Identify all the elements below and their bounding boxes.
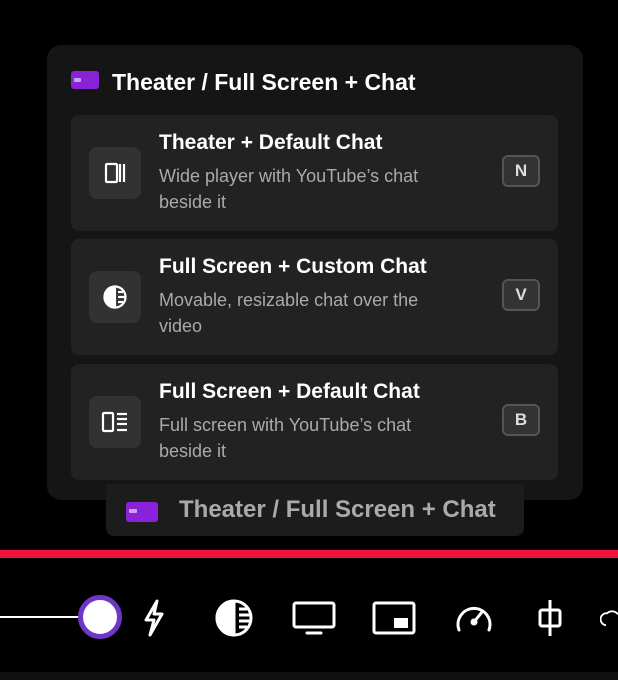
progress-bar[interactable] <box>0 550 618 558</box>
contrast-circle-icon[interactable] <box>212 598 256 638</box>
shortcut-key: V <box>502 279 540 311</box>
purple-card-icon <box>71 70 99 95</box>
fullscreen-default-chat-option[interactable]: Full Screen + Default Chat Full screen w… <box>71 364 558 480</box>
option-description: Full screen with YouTube’s chat beside i… <box>159 415 412 461</box>
speedometer-icon[interactable] <box>452 598 496 638</box>
option-description: Movable, resizable chat over the video <box>159 290 419 336</box>
volume-track[interactable] <box>0 616 82 618</box>
pin-icon[interactable] <box>528 598 572 638</box>
miniplayer-icon[interactable] <box>372 598 416 638</box>
tooltip: Theater / Full Screen + Chat <box>106 484 524 536</box>
option-description: Wide player with YouTube’s chat beside i… <box>159 166 419 212</box>
fullscreen-custom-chat-option[interactable]: Full Screen + Custom Chat Movable, resiz… <box>71 239 558 355</box>
purple-card-icon <box>126 501 158 528</box>
list-layout-icon <box>89 396 141 448</box>
monitor-icon[interactable] <box>292 598 336 638</box>
popup-title: Theater / Full Screen + Chat <box>112 68 416 95</box>
theater-default-chat-option[interactable]: Theater + Default Chat Wide player with … <box>71 115 558 231</box>
option-title: Theater + Default Chat <box>159 131 383 154</box>
bottom-strip <box>0 672 618 680</box>
cloud-icon[interactable] <box>600 598 618 638</box>
tooltip-title: Theater / Full Screen + Chat <box>179 496 496 523</box>
volume-slider-knob[interactable] <box>78 595 122 639</box>
theater-layout-icon <box>89 147 141 199</box>
lightning-icon[interactable] <box>132 598 176 638</box>
option-title: Full Screen + Custom Chat <box>159 255 427 278</box>
popup-header: Theater / Full Screen + Chat <box>71 69 416 95</box>
layout-popup: Theater / Full Screen + Chat Theater + D… <box>47 45 583 500</box>
option-title: Full Screen + Default Chat <box>159 380 420 403</box>
contrast-circle-icon <box>89 271 141 323</box>
shortcut-key: B <box>502 404 540 436</box>
shortcut-key: N <box>502 155 540 187</box>
